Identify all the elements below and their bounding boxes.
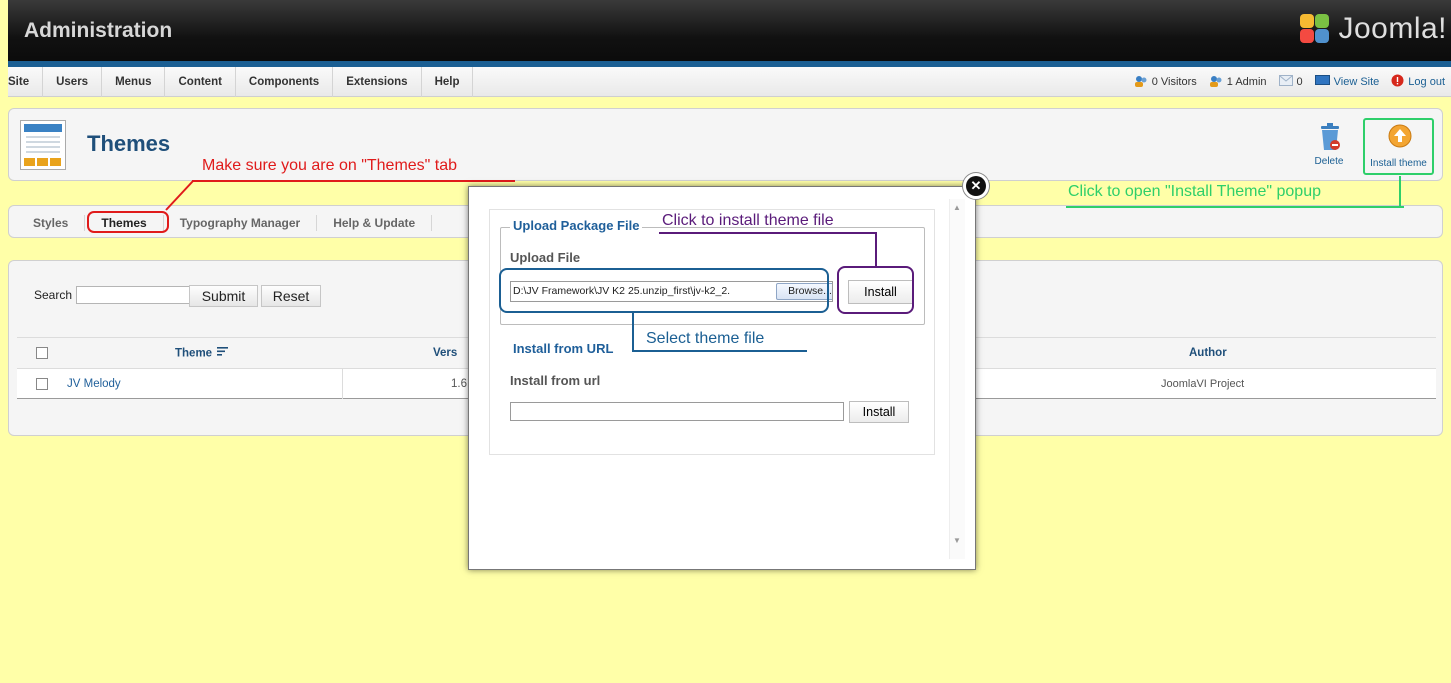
upload-icon [1388, 124, 1412, 151]
install-theme-modal: Upload Package File Upload File Install … [468, 186, 976, 570]
column-divider [342, 369, 343, 399]
menu-users[interactable]: Users [43, 67, 103, 97]
theme-name-link[interactable]: JV Melody [67, 378, 121, 390]
logout-icon [1391, 74, 1404, 90]
message-icon [1278, 75, 1293, 89]
admins-status: 1 Admin [1209, 75, 1267, 90]
upload-package-legend: Upload Package File [510, 218, 643, 233]
install-theme-button[interactable]: Install theme [1363, 118, 1434, 175]
admins-count: 1 Admin [1226, 76, 1267, 88]
delete-button[interactable]: Delete [1309, 121, 1349, 171]
menu-site[interactable]: Site [8, 67, 44, 97]
tab-styles[interactable]: Styles [9, 214, 86, 231]
scroll-down-icon[interactable]: ▼ [953, 536, 961, 545]
menu-components[interactable]: Components [236, 67, 334, 97]
file-select-highlight [499, 268, 829, 313]
admin-header: Administration Joomla! [8, 0, 1451, 63]
tab-typography-manager[interactable]: Typography Manager [164, 214, 318, 231]
package-url-input[interactable] [510, 402, 844, 421]
status-area: 0 Visitors 1 Admin 0 View Site Log out [1134, 67, 1445, 97]
tab-bar: Styles Themes Typography Manager Help & … [9, 206, 433, 239]
page-title: Themes [87, 131, 171, 156]
admin-title: Administration [24, 19, 173, 42]
joomla-logo-text: Joomla! [1338, 12, 1447, 45]
annotation-themes-tab: Make sure you are on "Themes" tab [202, 157, 458, 174]
install-from-url-legend: Install from URL [510, 341, 617, 356]
annotation-install-theme-connector [1399, 176, 1401, 208]
install-button-highlight [837, 266, 914, 314]
admin-users-icon [1209, 75, 1223, 90]
annotation-install-file: Click to install theme file [662, 212, 834, 229]
annotation-install-file-connector [875, 232, 877, 267]
monitor-icon [1314, 75, 1330, 89]
theme-column-header[interactable]: Theme [175, 347, 229, 360]
annotation-themes-connector [165, 180, 194, 211]
menu-extensions[interactable]: Extensions [333, 67, 422, 97]
close-icon: ✕ [966, 176, 986, 196]
annotation-select-file-connector [632, 313, 634, 351]
users-icon [1134, 75, 1148, 90]
annotation-select-file: Select theme file [646, 330, 765, 347]
install-theme-label: Install theme [1370, 158, 1427, 169]
logout-link[interactable]: Log out [1391, 74, 1445, 90]
sort-icon [217, 347, 229, 360]
logout-label: Log out [1408, 76, 1445, 88]
install-from-url-label: Install from url [510, 373, 601, 388]
main-menubar: Site Users Menus Content Components Exte… [8, 67, 1451, 97]
upload-file-label: Upload File [510, 250, 581, 265]
scroll-up-icon[interactable]: ▲ [953, 203, 961, 212]
joomla-logo: Joomla! [1298, 12, 1447, 46]
annotation-install-theme-underline [1066, 206, 1404, 208]
select-all-checkbox[interactable] [36, 347, 48, 359]
submit-button[interactable]: Submit [189, 285, 258, 307]
joomla-logo-icon [1298, 12, 1332, 46]
version-column-header[interactable]: Vers [433, 347, 457, 359]
row-checkbox[interactable] [36, 378, 48, 390]
annotation-install-file-underline [659, 232, 877, 234]
annotation-select-file-underline [632, 350, 807, 352]
reset-button[interactable]: Reset [261, 285, 321, 307]
tab-help-update[interactable]: Help & Update [317, 214, 433, 231]
search-label: Search [34, 288, 73, 302]
messages-status[interactable]: 0 [1278, 75, 1303, 89]
delete-label: Delete [1314, 156, 1344, 167]
main-menu: Site Users Menus Content Components Exte… [8, 67, 474, 97]
theme-header-label: Theme [175, 347, 213, 360]
visitors-status: 0 Visitors [1134, 75, 1197, 90]
themes-tab-highlight [87, 211, 169, 233]
annotation-install-theme: Click to open "Install Theme" popup [1068, 183, 1321, 200]
search-input[interactable] [76, 286, 190, 304]
url-install-button[interactable]: Install [849, 401, 909, 423]
view-site-label: View Site [1333, 76, 1380, 88]
trash-icon [1319, 123, 1341, 154]
view-site-link[interactable]: View Site [1314, 75, 1380, 89]
menu-help[interactable]: Help [422, 67, 474, 97]
messages-count: 0 [1296, 76, 1303, 88]
theme-author: JoomlaVI Project [1161, 378, 1245, 390]
author-column-header[interactable]: Author [1189, 347, 1227, 359]
menu-menus[interactable]: Menus [102, 67, 166, 97]
modal-close-button[interactable]: ✕ [963, 173, 989, 199]
modal-scrollbar[interactable]: ▲ ▼ [949, 199, 965, 559]
themes-page-icon [20, 120, 66, 170]
visitors-count: 0 Visitors [1151, 76, 1197, 88]
annotation-themes-underline [192, 180, 515, 182]
menu-content[interactable]: Content [165, 67, 236, 97]
